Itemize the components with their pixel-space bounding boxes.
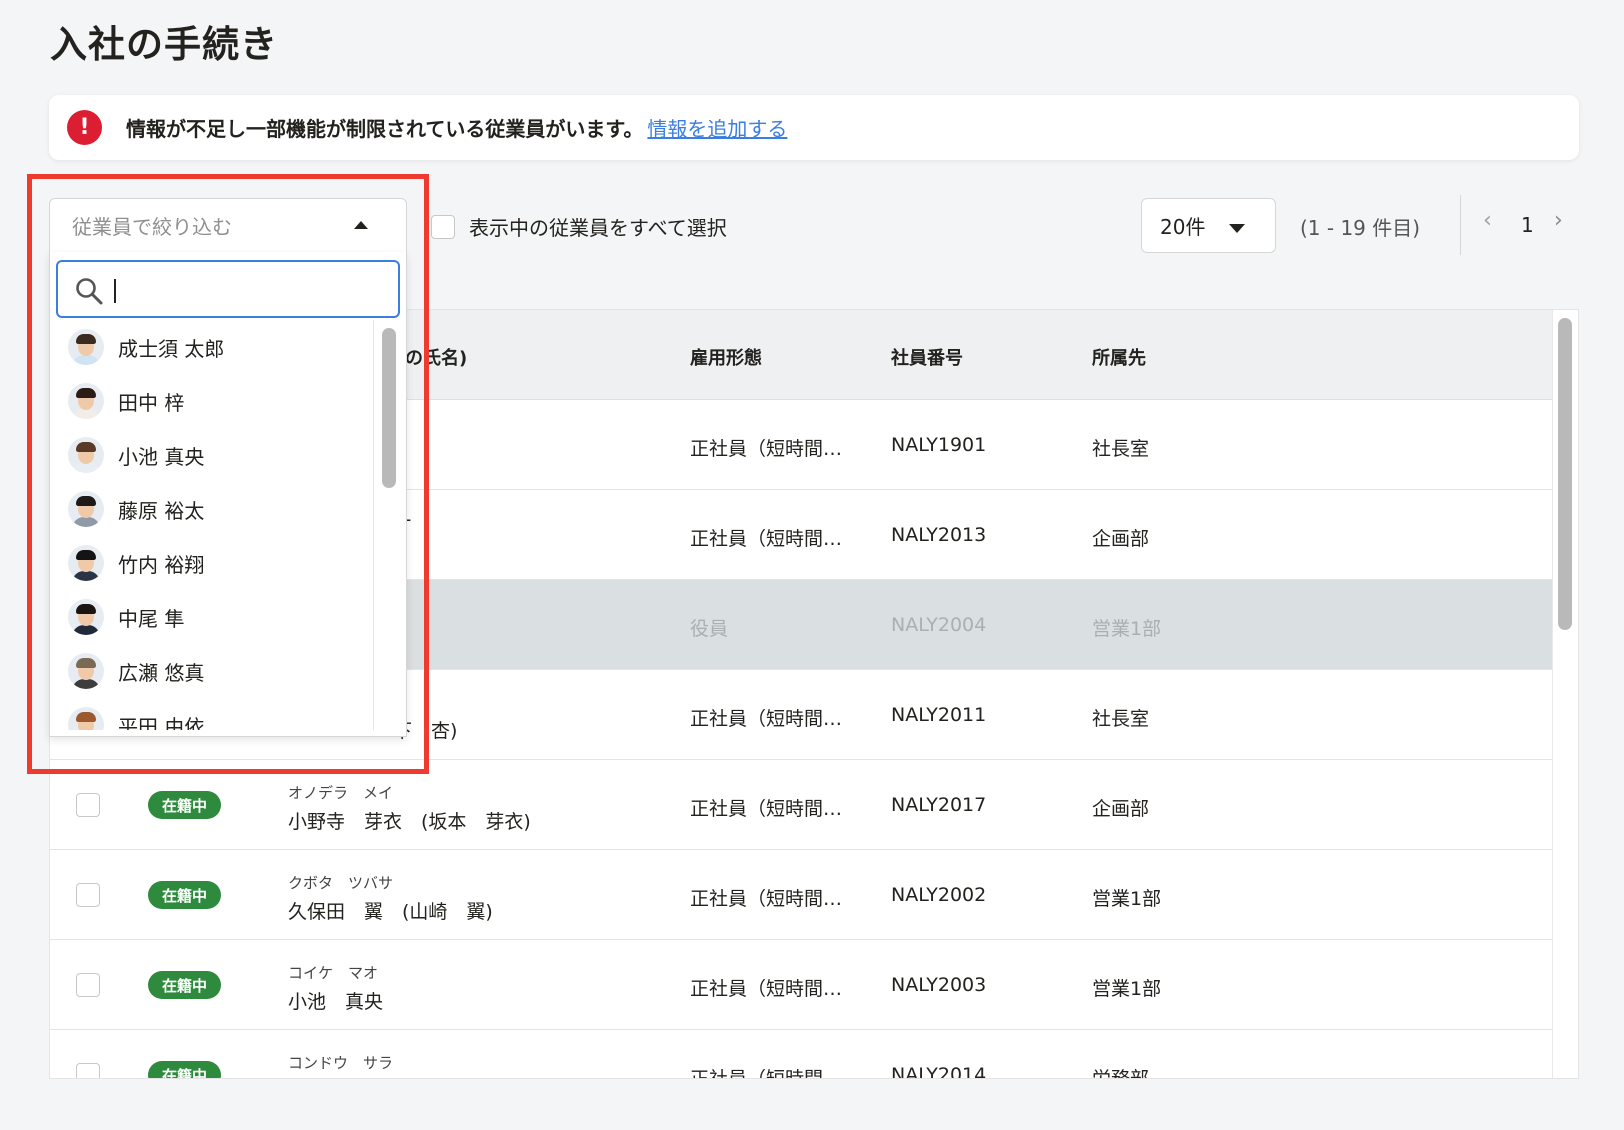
row-checkbox[interactable] <box>76 793 100 817</box>
employee-number: NALY2014 <box>891 1064 987 1079</box>
department: 社長室 <box>1092 438 1150 460</box>
employee-number: NALY2004 <box>891 614 987 636</box>
select-all-visible[interactable]: 表示中の従業員をすべて選択 <box>431 212 727 241</box>
department: 社長室 <box>1092 708 1150 730</box>
table-scrollbar-thumb[interactable] <box>1558 318 1572 630</box>
table-scrollbar[interactable] <box>1552 310 1578 1078</box>
avatar <box>68 653 104 689</box>
header-name: の氏名) <box>405 348 468 369</box>
department: 企画部 <box>1092 798 1150 820</box>
department: 営業1部 <box>1092 618 1162 640</box>
employee-name[interactable]: 小池 真央 <box>288 987 383 1014</box>
status-badge: 在籍中 <box>148 971 222 999</box>
employment-type: 正社員（短時間… <box>690 798 843 820</box>
employee-number: NALY2002 <box>891 884 987 906</box>
error-icon: ! <box>67 110 102 145</box>
current-page: 1 <box>1521 213 1534 237</box>
next-page-icon[interactable]: › <box>1554 208 1563 233</box>
option-label: 平田 由依 <box>118 714 205 731</box>
page-title: 入社の手続き <box>50 23 278 66</box>
option-label: 中尾 隼 <box>118 606 185 631</box>
table-row[interactable]: 在籍中 クボタ ツバサ久保田 翼 (山崎 翼) 正社員（短時間… NALY2002 営業… <box>50 850 1552 940</box>
employee-number: NALY2003 <box>891 974 987 996</box>
result-range: (1 - 19 件目) <box>1300 216 1421 240</box>
employee-kana: オノデラ メイ <box>288 784 394 802</box>
row-checkbox[interactable] <box>76 973 100 997</box>
employment-type: 正社員（短時間… <box>690 438 843 460</box>
employee-filter-select[interactable]: 従業員で絞り込む <box>49 198 407 253</box>
avatar <box>68 707 104 730</box>
dropdown-option[interactable]: 田中 梓 <box>56 374 368 428</box>
option-label: 成士須 太郎 <box>118 336 225 361</box>
employment-type: 役員 <box>690 618 729 640</box>
employee-number: NALY2017 <box>891 794 987 816</box>
search-icon <box>76 278 103 305</box>
department: 労務部 <box>1092 1068 1150 1079</box>
header-employment: 雇用形態 <box>690 348 762 369</box>
row-checkbox[interactable] <box>76 1063 100 1078</box>
dropdown-scrollbar-thumb[interactable] <box>382 328 396 488</box>
pager-divider <box>1460 195 1461 255</box>
dropdown-search-input[interactable] <box>56 260 400 318</box>
dropdown-option[interactable]: 成士須 太郎 <box>56 320 368 374</box>
status-badge: 在籍中 <box>148 791 222 819</box>
row-checkbox[interactable] <box>76 883 100 907</box>
option-label: 広瀬 悠真 <box>118 660 205 685</box>
employment-type: 正社員（短時間… <box>690 978 843 1000</box>
avatar <box>68 545 104 581</box>
employee-number: NALY2013 <box>891 524 987 546</box>
select-all-label: 表示中の従業員をすべて選択 <box>469 216 727 240</box>
employment-type: 正社員（短時間… <box>690 888 843 910</box>
prev-page-icon[interactable]: ‹ <box>1483 208 1492 233</box>
employment-type: 正社員（短時間… <box>690 1068 843 1079</box>
option-label: 藤原 裕太 <box>118 498 205 523</box>
dropdown-option[interactable]: 藤原 裕太 <box>56 482 368 536</box>
dropdown-scrollbar[interactable] <box>373 320 402 730</box>
chevron-down-icon <box>1229 224 1245 233</box>
avatar <box>68 329 104 365</box>
table-row[interactable]: 在籍中 コンドウ サラ正社員（短時間… NALY2014 労務部 <box>50 1030 1552 1079</box>
per-page-value: 20件 <box>1160 215 1206 239</box>
add-info-link[interactable]: 情報を追加する <box>647 113 787 142</box>
employee-kana: コイケ マオ <box>288 964 379 982</box>
chevron-up-icon <box>354 221 368 229</box>
employee-number: NALY1901 <box>891 434 987 456</box>
alert-message: 情報が不足し一部機能が制限されている従業員がいます。 <box>126 117 644 141</box>
avatar <box>68 491 104 527</box>
dropdown-option[interactable]: 小池 真央 <box>56 428 368 482</box>
employee-name[interactable]: 小野寺 芽衣 (坂本 芽衣) <box>288 807 531 834</box>
employee-kana: クボタ ツバサ <box>288 874 394 892</box>
employment-type: 正社員（短時間… <box>690 528 843 550</box>
text-cursor <box>114 279 116 303</box>
table-row[interactable]: 在籍中 コイケ マオ小池 真央 正社員（短時間… NALY2003 営業1部 <box>50 940 1552 1030</box>
employment-type: 正社員（短時間… <box>690 708 843 730</box>
status-badge: 在籍中 <box>148 1061 222 1078</box>
employee-number: NALY2011 <box>891 704 987 726</box>
filter-placeholder: 従業員で絞り込む <box>72 215 232 239</box>
dropdown-option[interactable]: 竹内 裕翔 <box>56 536 368 590</box>
option-label: 小池 真央 <box>118 444 205 469</box>
avatar <box>68 437 104 473</box>
option-label: 竹内 裕翔 <box>118 552 205 577</box>
dropdown-option[interactable]: 広瀬 悠真 <box>56 644 368 698</box>
dropdown-option[interactable]: 平田 由依 <box>56 698 368 730</box>
department: 企画部 <box>1092 528 1150 550</box>
employee-filter-dropdown: 成士須 太郎 田中 梓小池 真央藤原 裕太竹内 裕翔中尾 隼広瀬 悠真平田 由依 <box>49 252 407 737</box>
select-all-checkbox[interactable] <box>431 214 455 239</box>
employee-kana: コンドウ サラ <box>288 1054 394 1072</box>
avatar <box>68 383 104 419</box>
status-badge: 在籍中 <box>148 881 222 909</box>
header-emp-no: 社員番号 <box>891 348 963 369</box>
dropdown-option-list[interactable]: 成士須 太郎 田中 梓小池 真央藤原 裕太竹内 裕翔中尾 隼広瀬 悠真平田 由依 <box>56 320 368 730</box>
per-page-select[interactable]: 20件 <box>1141 198 1276 253</box>
dropdown-option[interactable]: 中尾 隼 <box>56 590 368 644</box>
department: 営業1部 <box>1092 978 1162 1000</box>
table-row[interactable]: 在籍中 オノデラ メイ小野寺 芽衣 (坂本 芽衣) 正社員（短時間… NALY2017… <box>50 760 1552 850</box>
employee-name[interactable]: 久保田 翼 (山崎 翼) <box>288 897 493 924</box>
warning-alert: ! 情報が不足し一部機能が制限されている従業員がいます。 情報を追加する <box>49 95 1579 160</box>
header-dept: 所属先 <box>1092 348 1146 369</box>
avatar <box>68 599 104 635</box>
department: 営業1部 <box>1092 888 1162 910</box>
option-label: 田中 梓 <box>118 390 185 415</box>
